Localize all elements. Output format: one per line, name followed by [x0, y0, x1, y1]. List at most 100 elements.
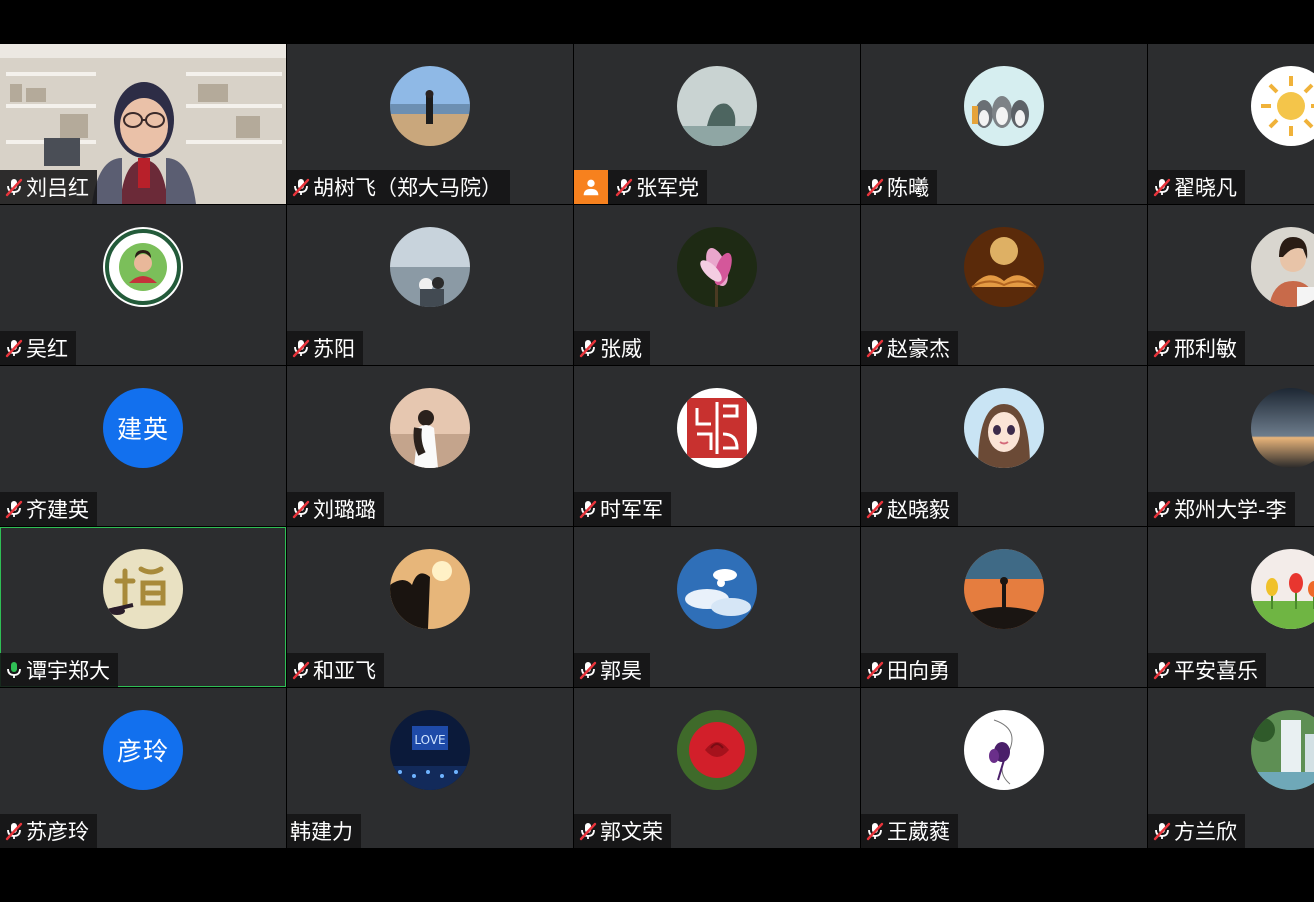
- avatar-girl-sunset-photo: [390, 388, 470, 468]
- name-bar: 谭宇郑大: [0, 653, 118, 687]
- name-bar: 郭文荣: [574, 814, 671, 848]
- participant-name: 和亚飞: [313, 659, 376, 683]
- participant-name: 王葳蕤: [887, 820, 950, 844]
- mic-muted-icon: [577, 498, 600, 520]
- participant-tile[interactable]: 建英齐建英: [0, 366, 286, 526]
- participant-tile[interactable]: LOVE 韩建力: [287, 688, 573, 848]
- text-avatar: 彦玲: [103, 710, 183, 790]
- participant-name: 郑州大学-李: [1174, 498, 1287, 522]
- mic-muted-icon: [577, 337, 600, 359]
- name-bar: 陈曦: [861, 170, 937, 204]
- name-bar: 张军党: [574, 170, 707, 204]
- participant-name: 田向勇: [887, 659, 950, 683]
- participant-tile[interactable]: 邢利敏: [1148, 205, 1314, 365]
- participant-tile[interactable]: 吴红: [0, 205, 286, 365]
- participant-tile[interactable]: 郭文荣: [574, 688, 860, 848]
- avatar-university-seal-photo: [103, 227, 183, 307]
- participant-name: 张军党: [636, 176, 699, 200]
- participant-name: 苏彦玲: [26, 820, 89, 844]
- participant-name: 陈曦: [887, 176, 929, 200]
- name-bar: 吴红: [0, 331, 76, 365]
- mic-muted-icon: [613, 176, 636, 198]
- participant-tile[interactable]: 张军党: [574, 44, 860, 204]
- mic-muted-icon: [3, 820, 26, 842]
- participant-tile[interactable]: 刘璐璐: [287, 366, 573, 526]
- participant-tile[interactable]: 刘吕红: [0, 44, 286, 204]
- mic-muted-icon: [864, 176, 887, 198]
- avatar-seal-stamp-image: [677, 388, 757, 468]
- mic-muted-icon: [3, 498, 26, 520]
- avatar-red-rose-photo: [677, 710, 757, 790]
- name-bar: 张威: [574, 331, 650, 365]
- participant-tile[interactable]: 胡树飞（郑大马院）: [287, 44, 573, 204]
- participant-tile[interactable]: 郑州大学-李: [1148, 366, 1314, 526]
- mic-muted-icon: [1151, 659, 1174, 681]
- participant-tile[interactable]: 张威: [574, 205, 860, 365]
- avatar-magnolia-photo: [677, 227, 757, 307]
- participant-name: 平安喜乐: [1174, 659, 1258, 683]
- participant-tile[interactable]: 彦玲苏彦玲: [0, 688, 286, 848]
- participant-tile[interactable]: 赵晓毅: [861, 366, 1147, 526]
- name-bar: 时军军: [574, 492, 671, 526]
- mic-muted-icon: [1151, 337, 1174, 359]
- name-bar: 刘吕红: [0, 170, 97, 204]
- participant-tile[interactable]: 郭昊: [574, 527, 860, 687]
- participant-name: 谭宇郑大: [26, 659, 110, 683]
- name-bar: 苏彦玲: [0, 814, 97, 848]
- mic-muted-icon: [3, 176, 26, 198]
- participant-grid: 刘吕红 胡树飞（郑大马院） 张军党 陈曦 翟晓凡 吴红 苏阳 张威 赵豪杰 邢利敏 建英 齐建英 刘璐璐…: [0, 44, 1314, 849]
- name-bar: 赵豪杰: [861, 331, 958, 365]
- participant-tile[interactable]: 苏阳: [287, 205, 573, 365]
- participant-name: 胡树飞（郑大马院）: [313, 176, 502, 200]
- mic-muted-icon: [290, 498, 313, 520]
- participant-name: 韩建力: [290, 820, 353, 844]
- mic-muted-icon: [290, 659, 313, 681]
- participant-tile[interactable]: 时军军: [574, 366, 860, 526]
- participant-name: 方兰欣: [1174, 820, 1237, 844]
- avatar-sunset-hiker-photo: [964, 549, 1044, 629]
- name-bar: 田向勇: [861, 653, 958, 687]
- mic-muted-icon: [577, 820, 600, 842]
- mic-muted-icon: [290, 337, 313, 359]
- name-bar: 平安喜乐: [1148, 653, 1266, 687]
- participant-tile[interactable]: 赵豪杰: [861, 205, 1147, 365]
- avatar-purple-flower-sketch: [964, 710, 1044, 790]
- participant-tile[interactable]: 和亚飞: [287, 527, 573, 687]
- participant-name: 苏阳: [313, 337, 355, 361]
- mic-muted-icon: [864, 337, 887, 359]
- participant-name: 齐建英: [26, 498, 89, 522]
- name-bar: 苏阳: [287, 331, 363, 365]
- meeting-gallery-view: 刘吕红 胡树飞（郑大马院） 张军党 陈曦 翟晓凡 吴红 苏阳 张威 赵豪杰 邢利敏 建英 齐建英 刘璐璐…: [0, 0, 1314, 902]
- participant-tile[interactable]: 田向勇: [861, 527, 1147, 687]
- avatar-waterfall-photo: [1251, 710, 1314, 790]
- mic-muted-icon: [577, 659, 600, 681]
- participant-tile[interactable]: 谭宇郑大: [0, 527, 286, 687]
- avatar-beach-person-photo: [390, 66, 470, 146]
- participant-name: 吴红: [26, 337, 68, 361]
- name-bar: 邢利敏: [1148, 331, 1245, 365]
- name-bar: 郭昊: [574, 653, 650, 687]
- participant-name: 时军军: [600, 498, 663, 522]
- participant-tile[interactable]: 方兰欣: [1148, 688, 1314, 848]
- avatar-woman-portrait-photo: [1251, 227, 1314, 307]
- avatar-open-book-photo: [964, 227, 1044, 307]
- participant-tile[interactable]: 翟晓凡: [1148, 44, 1314, 204]
- participant-name: 张威: [600, 337, 642, 361]
- mic-muted-icon: [3, 337, 26, 359]
- mic-muted-icon: [1151, 176, 1174, 198]
- participant-tile[interactable]: 王葳蕤: [861, 688, 1147, 848]
- avatar-blue-sky-clouds-photo: [677, 549, 757, 629]
- person-icon: [574, 170, 608, 204]
- avatar-calligraphy-image: [103, 549, 183, 629]
- avatar-sun-drawing: [1251, 66, 1314, 146]
- name-bar: 胡树飞（郑大马院）: [287, 170, 510, 204]
- svg-text:LOVE: LOVE: [414, 733, 445, 747]
- avatar-anime-girl-drawing: [964, 388, 1044, 468]
- mic-muted-icon: [290, 176, 313, 198]
- avatar-dusk-horizon-photo: [1251, 388, 1314, 468]
- text-avatar: 建英: [103, 388, 183, 468]
- participant-tile[interactable]: 陈曦: [861, 44, 1147, 204]
- participant-tile[interactable]: 平安喜乐: [1148, 527, 1314, 687]
- name-bar: 和亚飞: [287, 653, 384, 687]
- avatar-penguins-cartoon: [964, 66, 1044, 146]
